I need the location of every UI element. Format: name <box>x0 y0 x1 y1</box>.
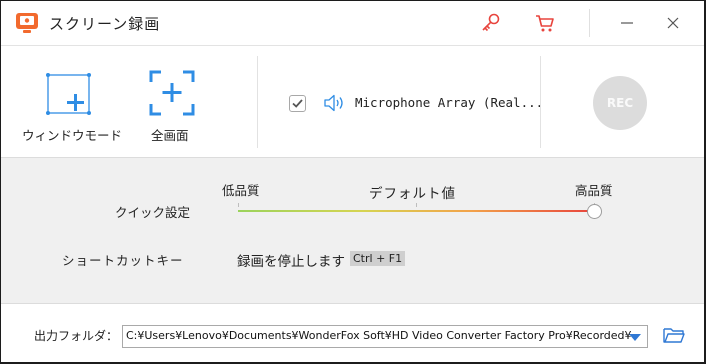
folder-icon[interactable] <box>663 326 685 344</box>
speaker-icon[interactable] <box>323 93 347 113</box>
quality-slider-thumb[interactable] <box>587 204 602 219</box>
output-folder-label: 出力フォルダ： <box>34 329 119 343</box>
toolbar-separator-2 <box>540 56 541 148</box>
screen-recorder-window: スクリーン録画 ウィンドウモード 全画面 Microphone Array (R… <box>1 1 704 362</box>
window-mode-icon <box>46 73 91 115</box>
toolbar-separator <box>257 56 258 148</box>
minimize-icon[interactable] <box>615 11 639 35</box>
slider-tick-low <box>238 203 239 207</box>
quality-default-label: デフォルト値 <box>369 186 456 202</box>
cart-icon[interactable] <box>533 11 557 35</box>
output-path-dropdown[interactable]: C:¥Users¥Lenovo¥Documents¥WonderFox Soft… <box>122 325 648 348</box>
fullscreen-label[interactable]: 全画面 <box>151 125 189 144</box>
window-title: スクリーン録画 <box>49 15 161 33</box>
output-path-text: C:¥Users¥Lenovo¥Documents¥WonderFox Soft… <box>126 329 632 342</box>
toolbar: ウィンドウモード 全画面 Microphone Array (Real... R… <box>1 46 704 158</box>
app-logo-icon <box>16 13 38 33</box>
chevron-down-icon[interactable] <box>629 334 641 341</box>
shortcut-label: ショートカットキー <box>62 253 184 268</box>
audio-device-label[interactable]: Microphone Array (Real... <box>355 95 543 110</box>
shortcut-key[interactable]: Ctrl + F1 <box>350 251 406 266</box>
settings-panel: 低品質 デフォルト値 高品質 クイック設定 ショートカットキー 録画を停止します… <box>1 158 704 303</box>
title-bar: スクリーン録画 <box>1 1 704 46</box>
checkmark-icon <box>292 99 303 108</box>
audio-checkbox[interactable] <box>289 95 306 112</box>
shortcut-action: 録画を停止します <box>237 254 345 270</box>
fullscreen-button[interactable] <box>149 70 195 120</box>
slider-tick-default <box>416 203 417 207</box>
close-icon[interactable] <box>661 11 685 35</box>
window-mode-label[interactable]: ウィンドウモード <box>22 125 122 144</box>
title-separator <box>589 9 590 37</box>
quick-settings-label: クイック設定 <box>115 205 191 220</box>
rec-button[interactable]: REC <box>593 76 647 130</box>
fullscreen-icon <box>149 70 195 116</box>
window-mode-button[interactable] <box>45 70 95 122</box>
quality-high-label: 高品質 <box>575 183 613 198</box>
output-footer: 出力フォルダ： C:¥Users¥Lenovo¥Documents¥Wonder… <box>1 303 704 362</box>
quality-slider[interactable] <box>238 210 594 212</box>
quality-low-label: 低品質 <box>222 183 260 198</box>
key-icon[interactable] <box>479 11 503 35</box>
